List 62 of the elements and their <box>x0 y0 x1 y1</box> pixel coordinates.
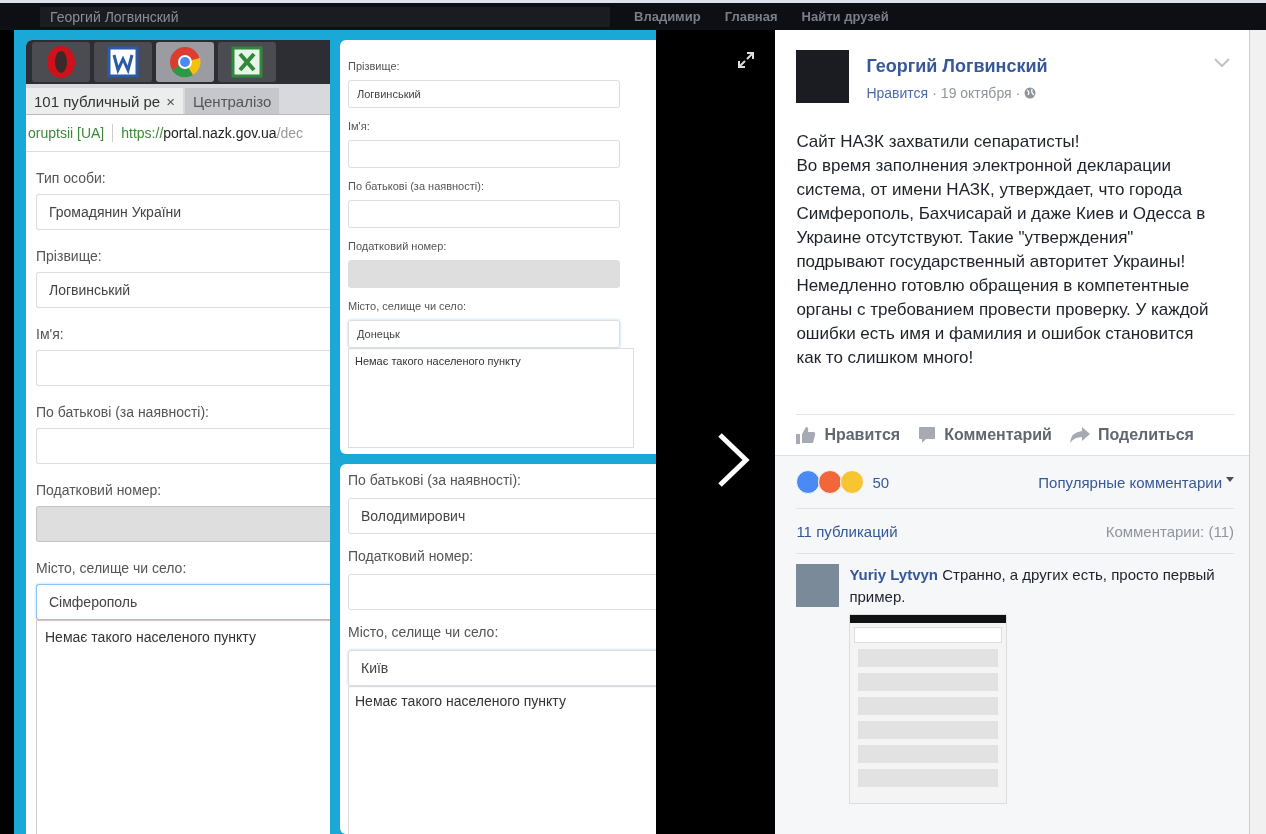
like-link[interactable]: Нравится <box>866 85 929 101</box>
action-button[interactable]: Поделиться <box>1069 426 1194 444</box>
field-label: Місто, селище чи село: <box>36 560 188 576</box>
field-label: Місто, селище чи село: <box>348 300 468 312</box>
author-name[interactable]: Георгий Логвинский <box>866 56 1048 77</box>
thumbs-up-icon <box>796 426 817 444</box>
avatar-photo[interactable] <box>796 50 850 103</box>
input-field[interactable]: Донецьк <box>348 320 620 348</box>
field-label: Прізвище: <box>36 248 103 264</box>
input-field[interactable]: Сімферополь <box>36 584 330 620</box>
nav-link[interactable]: Главная <box>724 9 778 24</box>
field-label: Податковий номер: <box>348 548 475 564</box>
browser-tab[interactable]: 101 публичный ре × <box>26 88 183 114</box>
post-text: Немедленно готовлю обращения в компетентные органы с требованием провести проверку. У каждой ошибки есть имя и фамилия и ошибок становится как то слишком много! <box>796 275 1210 369</box>
screenshot-thumbnail[interactable] <box>849 614 1008 804</box>
input-field[interactable]: Громадянин України <box>36 194 330 230</box>
input-field[interactable] <box>36 428 330 464</box>
input-field[interactable] <box>348 574 656 610</box>
caret-icon <box>1226 476 1234 482</box>
field-label: По батькові (за наявності): <box>348 180 485 192</box>
post-text: Во время заполнения электронной декларации система, от имени НАЗК, утверждает, что города Симферополь, Бахчисарай и даже Киев и Одесса в Украине отсутствуют. Такие "утверждения" подрывают государственный авторитет Украины! <box>796 155 1207 273</box>
separator: · <box>932 85 937 101</box>
globe-icon <box>1024 87 1037 99</box>
search-field[interactable]: Георгий Логвинский <box>40 6 610 27</box>
field-label: Ім'я: <box>348 120 371 132</box>
shares-link[interactable]: 11 публикаций <box>796 522 898 540</box>
comments-count: Комментарии: (11) <box>1105 522 1234 540</box>
comment-text: Yuriy Lytvyn Странно, а других есть, просто первый пример. <box>849 565 1216 607</box>
field-label: Тип особи: <box>36 170 107 186</box>
input-field[interactable] <box>348 200 620 228</box>
input-field[interactable]: Володимирович <box>348 498 656 534</box>
field-label: По батькові (за наявності): <box>36 404 210 420</box>
nav-link[interactable]: Найти друзей <box>801 9 889 24</box>
share-arrow-icon <box>1069 427 1090 443</box>
scrollbar[interactable] <box>1249 30 1266 834</box>
sort-dropdown[interactable]: Популярные комментарии <box>1038 473 1234 491</box>
expand-icon[interactable] <box>738 52 754 68</box>
document-app-icon[interactable] <box>94 42 152 82</box>
separator: · <box>1015 85 1021 101</box>
field-label: Місто, селище чи село: <box>348 624 500 640</box>
browser-tab[interactable]: Централізо <box>184 88 280 114</box>
field-label: По батькові (за наявності): <box>348 472 522 488</box>
spreadsheet-app-icon[interactable] <box>218 42 276 82</box>
field-label: Прізвище: <box>348 60 401 72</box>
field-label: Податковий номер: <box>348 240 448 252</box>
address-bar[interactable]: oruptsii [UA] https://portal.nazk.gov.ua/dec <box>26 114 330 152</box>
browser-app-icon[interactable] <box>156 42 214 82</box>
field-label: Податковий номер: <box>36 482 163 498</box>
input-field[interactable] <box>36 350 330 386</box>
input-field[interactable] <box>348 140 620 168</box>
speech-bubble-icon <box>918 426 937 444</box>
action-button[interactable]: Нравится <box>796 426 901 444</box>
post-text: Сайт НАЗК захватили сепаратисты! <box>796 131 1081 153</box>
input-field[interactable]: Київ <box>348 650 656 686</box>
chevron-down-icon[interactable] <box>1214 58 1230 68</box>
input-field[interactable]: Логвинський <box>36 272 330 308</box>
commenter-avatar[interactable] <box>796 564 840 607</box>
field-label: Ім'я: <box>36 326 65 342</box>
reaction-count[interactable]: 50 <box>872 473 890 491</box>
input-field[interactable]: Логвинський <box>348 80 620 108</box>
action-button[interactable]: Комментарий <box>918 426 1052 444</box>
nav-link[interactable]: Владимир <box>634 9 701 24</box>
